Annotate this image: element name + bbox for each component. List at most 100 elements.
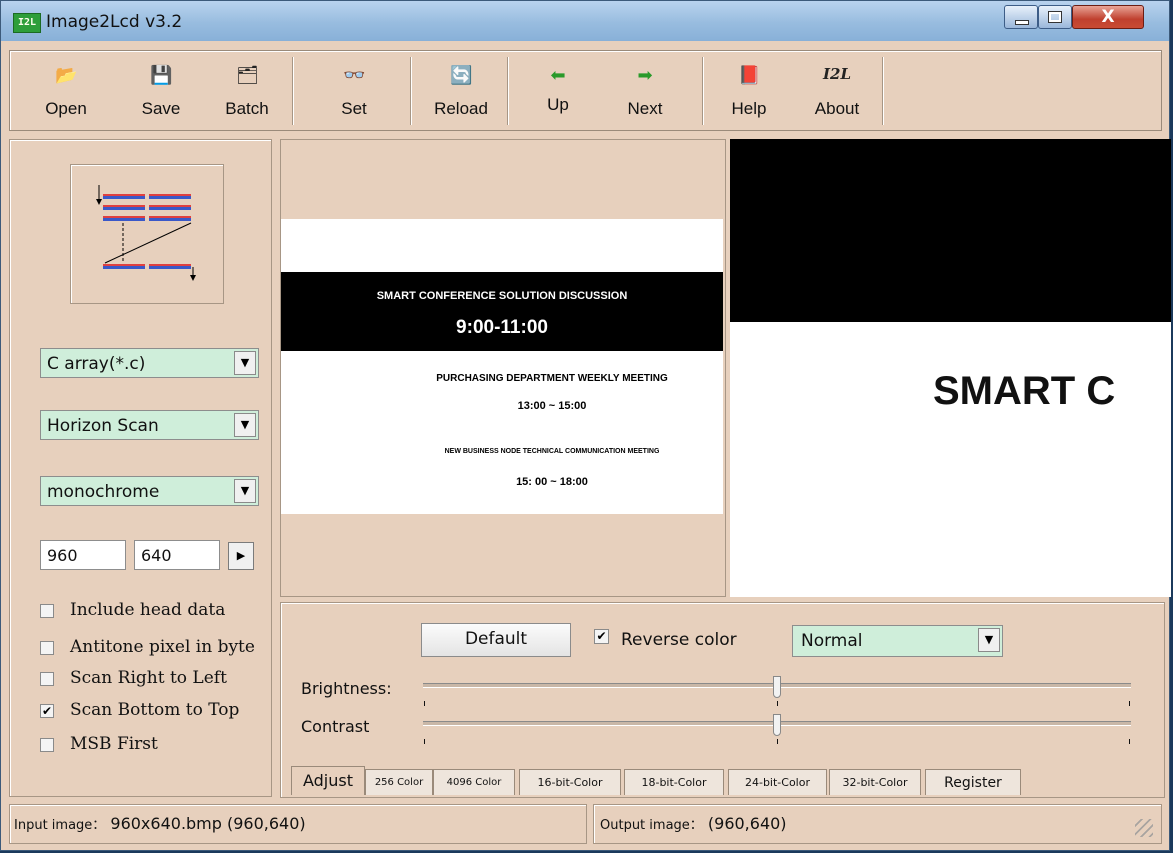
help-button[interactable]: 📕 Help (722, 51, 776, 130)
checkbox-box[interactable] (40, 604, 54, 618)
reload-label: Reload (434, 99, 488, 118)
minimize-icon (1015, 20, 1029, 25)
open-button[interactable]: 📂 Open (36, 51, 96, 130)
next-button[interactable]: ➡ Next (610, 51, 680, 130)
tab-4096-color[interactable]: 4096 Color (433, 769, 515, 795)
checkbox-box[interactable]: ✔ (40, 704, 54, 718)
reload-button[interactable]: 🔄 Reload (422, 51, 500, 130)
chevron-down-icon[interactable]: ▼ (978, 628, 1000, 652)
toolbar-separator (882, 57, 884, 125)
set-label: Set (341, 99, 367, 118)
color-mode-select[interactable]: Normal ▼ (792, 625, 1003, 657)
title-bar[interactable]: I2L Image2Lcd v3.2 X (1, 1, 1169, 41)
next-label: Next (627, 99, 663, 118)
save-button[interactable]: 💾 Save (132, 51, 190, 130)
tab-32-bit-color[interactable]: 32-bit-Color (829, 769, 921, 795)
input-image: SMART CONFERENCE SOLUTION DISCUSSION 9:0… (281, 219, 723, 514)
checkbox-label: Antitone pixel in byte (70, 637, 255, 657)
checkbox-label: Include head data (70, 600, 226, 620)
help-label: Help (731, 99, 767, 118)
contrast-label: Contrast (301, 717, 370, 736)
slider-tick (777, 701, 778, 706)
tab-18-bit-color[interactable]: 18-bit-Color (624, 769, 724, 795)
reload-icon: 🔄 (450, 65, 473, 86)
toolbar-separator (702, 57, 704, 125)
color-depth-select[interactable]: monochrome ▼ (40, 476, 259, 506)
tab-256-color[interactable]: 256 Color (365, 769, 433, 795)
app-window: I2L Image2Lcd v3.2 X 📂 Open 💾 Save 🗂 Bat… (0, 0, 1171, 851)
up-button[interactable]: ⬅ Up (530, 51, 586, 130)
scan-mode-select[interactable]: Horizon Scan ▼ (40, 410, 259, 440)
up-label: Up (547, 95, 569, 114)
open-label: Open (45, 99, 87, 118)
checkbox-box[interactable] (40, 641, 54, 655)
input-image-preview: SMART CONFERENCE SOLUTION DISCUSSION 9:0… (280, 139, 726, 597)
scan-mode-value: Horizon Scan (47, 416, 159, 436)
tab-adjust[interactable]: Adjust (291, 766, 365, 795)
close-button[interactable]: X (1072, 5, 1144, 29)
width-input[interactable]: 960 (40, 540, 126, 570)
about-label: About (814, 99, 860, 118)
brightness-slider-thumb[interactable] (773, 676, 781, 698)
brightness-label: Brightness: (301, 679, 392, 698)
resize-grip-icon[interactable] (1135, 819, 1153, 837)
output-header-band (730, 139, 1171, 322)
about-button[interactable]: I2L About (802, 51, 872, 130)
output-format-value: C array(*.c) (47, 354, 146, 374)
preview-time-line: 15: 00 ~ 18:00 (516, 476, 588, 488)
image-header-band (281, 272, 723, 351)
output-image-status: Output image： (960,640) (593, 804, 1162, 844)
chevron-down-icon[interactable]: ▼ (234, 351, 256, 375)
close-icon: X (1101, 7, 1115, 27)
help-book-icon: 📕 (738, 65, 761, 86)
checkbox-box[interactable] (40, 738, 54, 752)
preview-meeting-line: NEW BUSINESS NODE TECHNICAL COMMUNICATIO… (444, 448, 660, 455)
toolbar-separator (410, 57, 412, 125)
scan-direction-icon (96, 185, 196, 281)
left-arrow-icon: ⬅ (550, 65, 566, 86)
window-title: Image2Lcd v3.2 (46, 12, 183, 32)
right-arrow-icon: ➡ (637, 65, 653, 86)
status-value: (960,640) (707, 814, 787, 833)
checkbox-box[interactable] (40, 672, 54, 686)
batch-label: Batch (225, 99, 269, 118)
tab-register[interactable]: Register (925, 769, 1021, 795)
output-image-preview: SMART C (730, 139, 1171, 597)
app-icon: I2L (13, 13, 41, 33)
apply-size-button[interactable]: ▶ (228, 542, 254, 570)
reverse-color-checkbox[interactable]: ✔ (594, 629, 609, 644)
batch-button[interactable]: 🗂 Batch (214, 51, 280, 130)
slider-tick (424, 739, 425, 744)
scan-mode-diagram (70, 164, 224, 304)
preview-meeting-line: PURCHASING DEPARTMENT WEEKLY MEETING (436, 373, 668, 384)
tab-16-bit-color[interactable]: 16-bit-Color (519, 769, 621, 795)
output-format-select[interactable]: C array(*.c) ▼ (40, 348, 259, 378)
chevron-down-icon[interactable]: ▼ (234, 479, 256, 503)
settings-panel: C array(*.c) ▼ Horizon Scan ▼ monochrome… (9, 139, 272, 797)
floppy-disk-icon: 💾 (150, 65, 173, 86)
slider-tick (1129, 701, 1130, 706)
adjust-panel: Default ✔ Reverse color Normal ▼ Brightn… (280, 602, 1165, 798)
status-bar: Input image： 960x640.bmp (960,640) Outpu… (9, 804, 1162, 844)
preview-time-line: 9:00-11:00 (456, 317, 548, 338)
minimize-button[interactable] (1004, 5, 1038, 29)
save-label: Save (141, 99, 181, 118)
tab-24-bit-color[interactable]: 24-bit-Color (728, 769, 827, 795)
batch-files-icon: 🗂 (236, 65, 259, 86)
play-arrow-icon: ▶ (236, 549, 246, 562)
preview-title-line: SMART CONFERENCE SOLUTION DISCUSSION (376, 290, 628, 302)
slider-tick (1129, 739, 1130, 744)
reverse-color-label: Reverse color (621, 630, 737, 650)
status-value: 960x640.bmp (960,640) (110, 814, 306, 833)
chevron-down-icon[interactable]: ▼ (234, 413, 256, 437)
slider-tick (424, 701, 425, 706)
output-text: SMART C (933, 369, 1116, 413)
default-button[interactable]: Default (421, 623, 571, 657)
set-button[interactable]: 👓 Set (326, 51, 382, 130)
preview-time-line: 13:00 ~ 15:00 (517, 400, 587, 412)
maximize-button[interactable] (1038, 5, 1072, 29)
toolbar-separator (507, 57, 509, 125)
slider-tick (777, 739, 778, 744)
height-input[interactable]: 640 (134, 540, 220, 570)
contrast-slider-thumb[interactable] (773, 714, 781, 736)
